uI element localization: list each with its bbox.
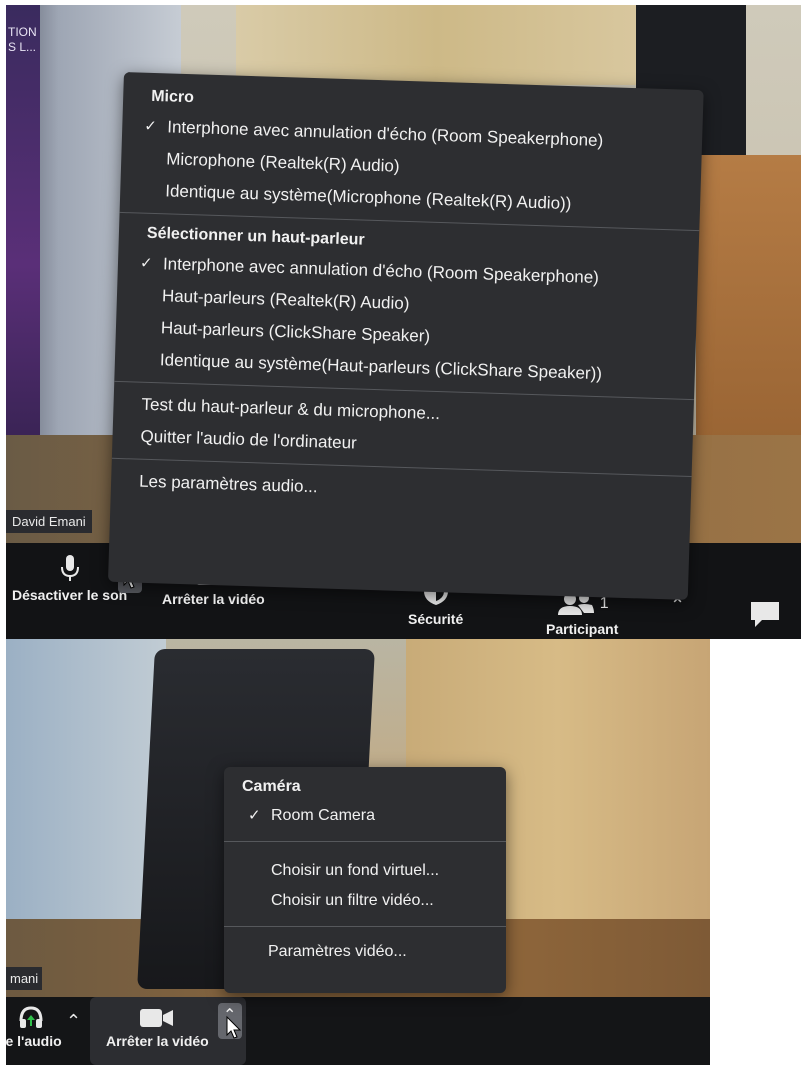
cursor-icon — [226, 1015, 242, 1039]
stop-video-label: Arrêter la vidéo — [162, 591, 265, 607]
join-audio-button[interactable]: re l'audio — [6, 1005, 62, 1049]
camera-heading: Caméra — [242, 778, 301, 795]
participants-count: 1 — [599, 595, 609, 612]
chat-icon[interactable] — [748, 599, 782, 629]
stop-video-button[interactable]: Arrêter la vidéo — [106, 1007, 209, 1049]
join-audio-label: re l'audio — [6, 1033, 62, 1049]
side-text-line2: S L... — [8, 40, 37, 54]
stop-video-label: Arrêter la vidéo — [106, 1033, 209, 1049]
video-settings-item[interactable]: Paramètres vidéo... — [224, 937, 506, 967]
choose-virtual-background-item[interactable]: Choisir un fond virtuel... — [224, 856, 506, 886]
video-options-caret[interactable]: ⌃ — [218, 1003, 242, 1039]
camera-item-room-camera[interactable]: Room Camera — [224, 801, 506, 831]
audio-menu-screenshot: TION S L... David Emani Désactiver le so… — [6, 5, 801, 639]
choose-video-filter-item[interactable]: Choisir un filtre vidéo... — [224, 886, 506, 916]
side-text-line1: TION — [8, 25, 37, 39]
security-label: Sécurité — [408, 611, 464, 627]
participant-name-tag: David Emani — [6, 510, 92, 533]
audio-chevron-up-icon[interactable]: ⌃ — [66, 1011, 81, 1032]
participants-label: Participant — [546, 621, 619, 637]
cabinet — [236, 5, 636, 85]
participant-name-tag: mani — [6, 967, 43, 990]
camera-menu-screenshot: mani re l'audio ⌃ Arrêter la vidéo ⌃ Cam… — [6, 639, 710, 1065]
menu-divider — [224, 926, 506, 927]
headphones-icon — [19, 1006, 43, 1028]
camera-options-menu: Caméra Room Camera Choisir un fond virtu… — [224, 767, 506, 993]
participants-button[interactable]: 1 Participant — [546, 591, 618, 637]
menu-divider — [224, 841, 506, 842]
microphone-icon — [60, 555, 79, 581]
video-camera-icon — [140, 1009, 174, 1027]
mute-label: Désactiver le son — [12, 587, 128, 603]
audio-options-menu: Micro Interphone avec annulation d'écho … — [107, 72, 704, 600]
